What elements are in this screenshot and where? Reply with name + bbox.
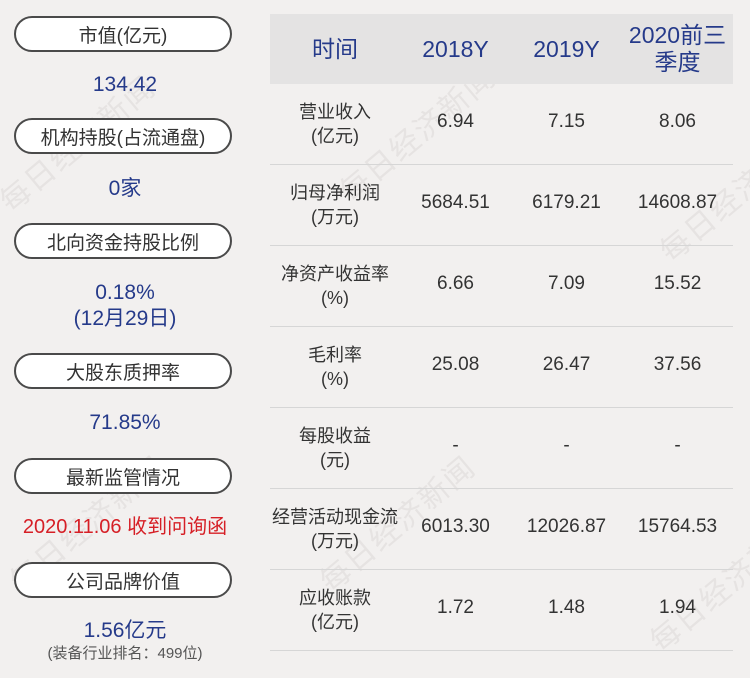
table-cell: - [674,435,681,456]
table-cell: 1.72 [437,597,474,618]
northbound-ratio-date: (12月29日) [73,307,177,330]
pledge-rate-value: 71.85% [89,411,161,434]
table-cell: 6179.21 [532,192,601,213]
table-row: 每股收益 (元) - - - [270,408,733,489]
header-2018: 2018Y [422,35,489,62]
table-header: 时间 2018Y 2019Y 2020前三季度 [270,14,733,84]
table-row: 毛利率 (%) 25.08 26.47 37.56 [270,327,733,408]
regulation-value: 2020.11.06 收到问询函 [22,516,228,538]
row-label: 毛利率 (%) [308,345,362,389]
row-label: 应收账款 (亿元) [299,588,371,632]
table-cell: 14608.87 [637,192,718,213]
brand-rank-note: (装备行业排名：499位) [47,645,203,662]
institution-holding-value: 0家 [108,177,142,200]
table-row: 经营活动现金流 (万元) 6013.30 12026.87 15764.53 [270,489,733,570]
brand-value-label: 公司品牌价值 [14,562,232,598]
row-label: 每股收益 (元) [299,426,371,470]
table-cell: 25.08 [431,354,480,375]
table-cell: 1.48 [548,597,585,618]
table-cell: 15764.53 [637,516,718,537]
table-row: 应收账款 (亿元) 1.72 1.48 1.94 [270,570,733,651]
institution-holding-label: 机构持股(占流通盘) [14,118,232,154]
table-cell: 7.09 [548,273,585,294]
header-time: 时间 [312,35,358,62]
table-row: 归母净利润 (万元) 5684.51 6179.21 14608.87 [270,165,733,246]
market-cap-label: 市值(亿元) [14,16,232,52]
table-cell: 12026.87 [526,516,607,537]
table-cell: 6.94 [437,111,474,132]
table-cell: - [563,435,570,456]
table-cell: 6013.30 [421,516,490,537]
row-label: 经营活动现金流 (万元) [272,507,398,551]
header-2019: 2019Y [533,35,600,62]
row-label: 归母净利润 (万元) [290,183,380,227]
regulation-label: 最新监管情况 [14,458,232,494]
brand-value-value: 1.56亿元 [83,619,167,642]
table-cell: 7.15 [548,111,585,132]
table-cell: 37.56 [653,354,702,375]
table-cell: 26.47 [542,354,591,375]
table-row: 营业收入 (亿元) 6.94 7.15 8.06 [270,84,733,165]
pledge-rate-label: 大股东质押率 [14,353,232,389]
northbound-ratio-label: 北向资金持股比例 [14,223,232,259]
header-2020q3: 2020前三季度 [628,22,727,75]
northbound-ratio-value: 0.18% [95,281,155,304]
table-cell: 5684.51 [421,192,490,213]
market-cap-value: 134.42 [92,73,158,96]
table-cell: 1.94 [659,597,696,618]
table-cell: - [452,435,459,456]
table-cell: 15.52 [653,273,702,294]
table-cell: 8.06 [659,111,696,132]
table-cell: 6.66 [437,273,474,294]
row-label: 营业收入 (亿元) [299,102,371,146]
table-row: 净资产收益率 (%) 6.66 7.09 15.52 [270,246,733,327]
row-label: 净资产收益率 (%) [281,264,389,308]
